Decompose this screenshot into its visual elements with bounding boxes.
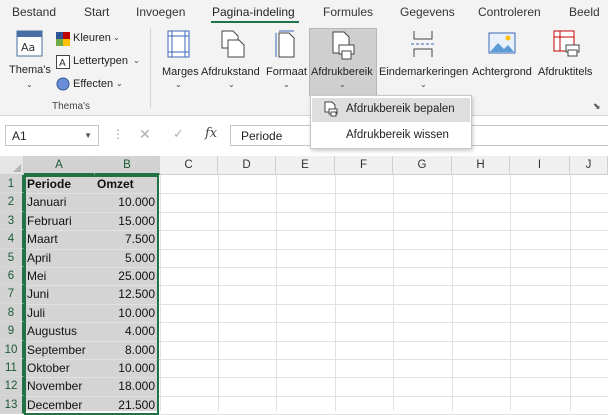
chevron-down-icon: ⌄ (113, 33, 120, 42)
select-all-button[interactable] (0, 156, 24, 175)
clear-print-area-item[interactable]: Afdrukbereik wissen (312, 124, 470, 148)
ribbon-tabs: Bestand Start Invoegen Pagina-indeling F… (0, 0, 608, 24)
column-header-c[interactable]: C (160, 156, 218, 175)
chevron-down-icon: ⌄ (420, 80, 427, 89)
row-header[interactable]: 12 (0, 377, 24, 396)
breaks-icon (411, 31, 435, 57)
tab-pagina-indeling[interactable]: Pagina-indeling (212, 5, 295, 19)
insert-function-button[interactable]: fx (205, 126, 217, 141)
row-header[interactable]: 7 (0, 285, 24, 304)
print-titles-label: Afdruktitels (538, 66, 593, 78)
svg-text:Aa: Aa (21, 41, 35, 54)
fonts-label: Lettertypen (73, 55, 129, 67)
column-header-g[interactable]: G (393, 156, 452, 175)
chevron-down-icon: ⌄ (283, 80, 290, 89)
chevron-down-icon: ⌄ (116, 79, 123, 88)
orientation-icon (221, 30, 245, 58)
print-area-icon (324, 101, 338, 117)
chevron-down-icon: ⌄ (339, 80, 346, 89)
more-icon: ⋮ (112, 127, 124, 141)
print-area-label: Afdrukbereik (311, 66, 373, 78)
size-label: Formaat (266, 66, 307, 78)
themes-label: Thema's (9, 64, 51, 76)
tab-start[interactable]: Start (84, 5, 109, 19)
row-header[interactable]: 5 (0, 248, 24, 267)
background-label: Achtergrond (472, 66, 532, 78)
print-area-button[interactable]: Afdrukbereik ⌄ (309, 28, 377, 96)
cancel-icon[interactable]: ✕ (139, 126, 151, 143)
print-titles-icon (553, 30, 580, 57)
active-tab-indicator (211, 21, 299, 23)
tab-formules[interactable]: Formules (323, 5, 373, 19)
chevron-down-icon: ⌄ (175, 80, 182, 89)
margins-label: Marges (162, 66, 199, 78)
row-header[interactable]: 4 (0, 230, 24, 249)
row-header[interactable]: 1 (0, 175, 24, 194)
row-header[interactable]: 11 (0, 359, 24, 378)
gridline (452, 175, 453, 411)
row-header[interactable]: 2 (0, 193, 24, 212)
column-header-h[interactable]: H (452, 156, 510, 175)
gridline (276, 175, 277, 411)
tab-beeld[interactable]: Beeld (569, 5, 600, 19)
gridline (335, 175, 336, 411)
dialog-launcher-icon[interactable]: ⬊ (593, 101, 601, 112)
themes-group-label: Thema's (52, 101, 91, 112)
chevron-down-icon: ▼ (84, 131, 92, 140)
orientation-label: Afdrukstand (201, 66, 260, 78)
column-header-a[interactable]: A (24, 156, 95, 175)
colors-icon (56, 32, 70, 46)
tab-controleren[interactable]: Controleren (478, 5, 541, 19)
ribbon: Aa Thema's ⌄ Kleuren ⌄ A Lettertypen ⌄ E… (0, 24, 608, 116)
name-box[interactable]: A1 ▼ (5, 125, 99, 146)
colors-label: Kleuren (73, 32, 111, 44)
gridline (510, 175, 511, 411)
fonts-icon: A (56, 55, 70, 69)
group-separator (150, 28, 151, 108)
margins-icon (167, 30, 190, 58)
column-header-i[interactable]: I (510, 156, 570, 175)
column-header-b[interactable]: B (95, 156, 160, 175)
enter-icon[interactable]: ✓ (173, 126, 184, 142)
gridline (393, 175, 394, 411)
tab-bestand[interactable]: Bestand (12, 5, 56, 19)
set-print-area-item[interactable]: Afdrukbereik bepalen (312, 98, 470, 122)
tab-invoegen[interactable]: Invoegen (136, 5, 185, 19)
row-header[interactable]: 6 (0, 267, 24, 286)
svg-text:A: A (59, 58, 66, 69)
worksheet-grid[interactable]: A B C D E F G H I J 1 Periode Omzet 2 Januari 10.000 3 Fe… (0, 156, 608, 415)
row-header[interactable]: 10 (0, 340, 24, 359)
column-header-f[interactable]: F (335, 156, 393, 175)
row-header[interactable]: 8 (0, 303, 24, 323)
selection-border (24, 175, 159, 415)
print-area-icon (332, 31, 355, 60)
background-icon (488, 32, 516, 54)
set-print-area-label: Afdrukbereik bepalen (346, 103, 455, 115)
column-header-d[interactable]: D (218, 156, 276, 175)
gridline (218, 175, 219, 411)
chevron-down-icon: ⌄ (26, 80, 33, 89)
themes-icon: Aa (16, 30, 43, 57)
name-box-value: A1 (12, 129, 27, 143)
chevron-down-icon: ⌄ (228, 80, 235, 89)
chevron-down-icon: ⌄ (133, 56, 140, 65)
row-header[interactable]: 13 (0, 395, 24, 415)
gridline (570, 175, 571, 411)
clear-print-area-label: Afdrukbereik wissen (346, 129, 449, 141)
effects-icon (56, 77, 70, 91)
breaks-label: Eindemarkeringen (379, 66, 469, 78)
formula-value: Periode (241, 129, 283, 143)
column-header-e[interactable]: E (276, 156, 335, 175)
gridline (160, 175, 161, 411)
column-header-j[interactable]: J (570, 156, 608, 175)
print-area-menu: Afdrukbereik bepalen Afdrukbereik wissen (310, 95, 472, 149)
formula-bar: A1 ▼ ⋮ ✕ ✓ fx Periode (0, 116, 608, 156)
effects-label: Effecten (73, 78, 114, 90)
row-header[interactable]: 9 (0, 322, 24, 341)
size-icon (275, 30, 295, 58)
row-header[interactable]: 3 (0, 211, 24, 231)
tab-gegevens[interactable]: Gegevens (400, 5, 455, 19)
